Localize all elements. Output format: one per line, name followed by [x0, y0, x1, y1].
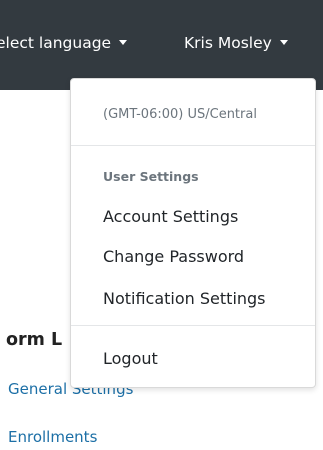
dropdown-divider: [71, 145, 315, 146]
notification-settings-item[interactable]: Notification Settings: [103, 289, 266, 308]
account-settings-item[interactable]: Account Settings: [103, 207, 238, 226]
timezone-text: (GMT-06:00) US/Central: [103, 107, 257, 122]
language-selector-label: elect language: [0, 34, 112, 52]
chevron-down-icon: [119, 39, 128, 45]
logout-item[interactable]: Logout: [103, 349, 158, 368]
enrollments-link[interactable]: Enrollments: [8, 428, 97, 446]
user-name-label: Kris Mosley: [184, 34, 272, 52]
top-navbar: elect language Kris Mosley: [0, 0, 323, 90]
language-selector[interactable]: elect language: [0, 34, 128, 52]
dropdown-divider: [71, 325, 315, 326]
user-settings-header: User Settings: [103, 169, 199, 184]
chevron-down-icon: [279, 39, 288, 45]
user-dropdown-menu: (GMT-06:00) US/Central User Settings Acc…: [70, 78, 316, 388]
page-heading: orm L: [6, 330, 63, 350]
page: elect language Kris Mosley orm L General…: [0, 0, 323, 450]
change-password-item[interactable]: Change Password: [103, 247, 244, 266]
user-menu-toggle[interactable]: Kris Mosley: [184, 34, 288, 52]
